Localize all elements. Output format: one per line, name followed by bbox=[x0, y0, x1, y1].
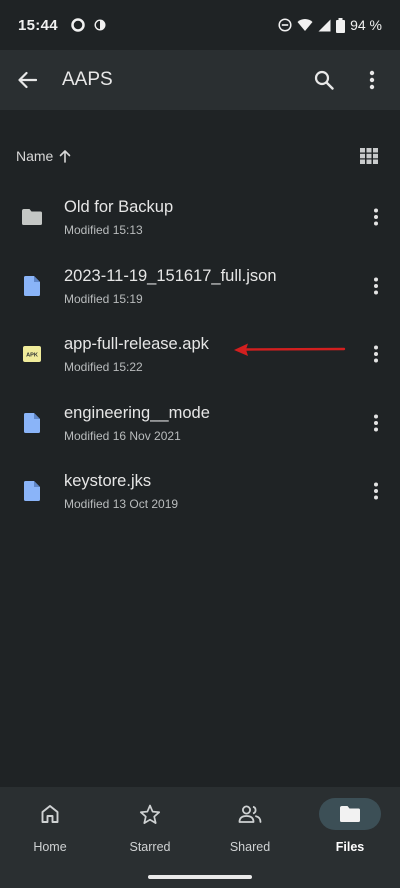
nav-label: Starred bbox=[129, 840, 171, 854]
gesture-handle[interactable] bbox=[148, 875, 252, 879]
battery-level: 94 % bbox=[350, 17, 382, 33]
list-item[interactable]: 2023-11-19_151617_full.json Modified 15:… bbox=[0, 252, 400, 321]
file-modified: Modified 15:22 bbox=[64, 360, 143, 375]
people-icon bbox=[238, 805, 262, 823]
file-modified: Modified 16 Nov 2021 bbox=[64, 428, 181, 443]
more-vert-icon bbox=[374, 345, 378, 363]
list-item[interactable]: engineering__mode Modified 16 Nov 2021 bbox=[0, 389, 400, 458]
list-item[interactable]: Old for Backup Modified 15:13 bbox=[0, 183, 400, 252]
more-vert-icon bbox=[369, 70, 375, 90]
sort-row: Name bbox=[0, 138, 400, 174]
arrow-up-icon bbox=[60, 150, 71, 163]
file-name: engineering__mode bbox=[64, 403, 210, 422]
app-bar: AAPS bbox=[0, 50, 400, 110]
signal-icon bbox=[318, 19, 331, 31]
more-vert-icon bbox=[374, 277, 378, 295]
sort-direction[interactable] bbox=[59, 149, 71, 163]
file-more-button[interactable] bbox=[352, 330, 400, 378]
annotation-arrow bbox=[234, 343, 346, 356]
back-button[interactable] bbox=[0, 50, 54, 110]
file-name: Old for Backup bbox=[64, 198, 174, 217]
document-icon bbox=[24, 275, 40, 296]
nav-label: Files bbox=[335, 840, 365, 854]
nav-item-starred[interactable]: Starred bbox=[100, 787, 200, 888]
folder-icon bbox=[22, 209, 42, 226]
more-vert-icon bbox=[374, 208, 378, 226]
nav-item-files[interactable]: Files bbox=[300, 787, 400, 888]
star-icon bbox=[139, 804, 161, 824]
file-modified: Modified 15:19 bbox=[64, 291, 143, 306]
search-icon bbox=[314, 70, 334, 90]
search-button[interactable] bbox=[300, 50, 348, 110]
file-more-button[interactable] bbox=[352, 262, 400, 310]
nav-item-shared[interactable]: Shared bbox=[200, 787, 300, 888]
grid-view-icon bbox=[360, 148, 378, 164]
list-item[interactable]: keystore.jks Modified 13 Oct 2019 bbox=[0, 457, 400, 526]
status-time: 15:44 bbox=[18, 16, 58, 34]
nav-label: Shared bbox=[229, 840, 271, 854]
document-icon bbox=[24, 412, 40, 433]
half-circle-icon bbox=[94, 19, 106, 31]
nav-item-home[interactable]: Home bbox=[0, 787, 100, 888]
sort-by-name-button[interactable]: Name bbox=[16, 148, 53, 164]
more-vert-icon bbox=[374, 414, 378, 432]
ring-icon bbox=[71, 18, 85, 32]
home-icon bbox=[41, 805, 59, 823]
grid-view-toggle[interactable] bbox=[360, 148, 378, 164]
file-modified: Modified 13 Oct 2019 bbox=[64, 497, 179, 512]
nav-label: Home bbox=[33, 840, 67, 854]
apk-icon: APK bbox=[23, 346, 41, 363]
document-icon bbox=[24, 481, 40, 502]
file-more-button[interactable] bbox=[352, 399, 400, 447]
more-vert-icon bbox=[374, 482, 378, 500]
more-options-button[interactable] bbox=[348, 50, 396, 110]
file-more-button[interactable] bbox=[352, 467, 400, 515]
file-name: keystore.jks bbox=[64, 472, 152, 491]
back-arrow-icon bbox=[18, 71, 37, 89]
file-modified: Modified 15:13 bbox=[64, 223, 143, 238]
apk-icon-label: APK bbox=[26, 353, 38, 359]
file-name: 2023-11-19_151617_full.json bbox=[64, 266, 277, 285]
folder-icon bbox=[340, 806, 360, 822]
wifi-icon bbox=[297, 19, 313, 31]
battery-icon bbox=[336, 17, 346, 33]
page-title: AAPS bbox=[62, 69, 113, 90]
bottom-navigation: Home Starred Shared Files bbox=[0, 787, 400, 888]
dnd-icon bbox=[278, 18, 292, 32]
file-more-button[interactable] bbox=[352, 193, 400, 241]
status-bar: 15:44 94 % bbox=[0, 0, 400, 50]
